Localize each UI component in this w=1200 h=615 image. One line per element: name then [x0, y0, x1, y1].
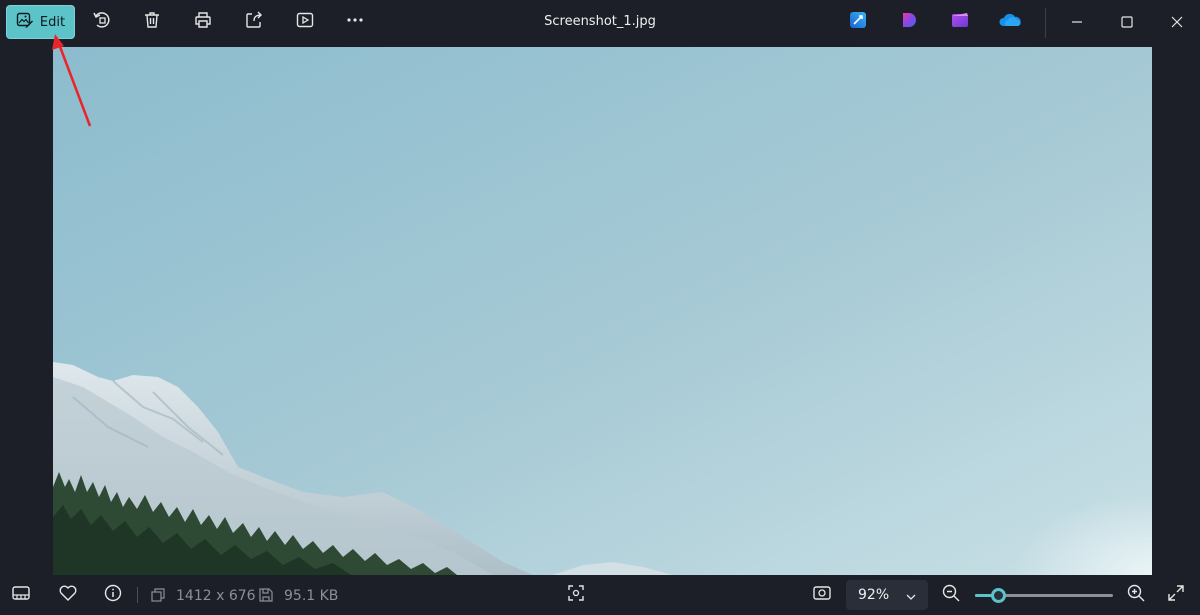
toolbar-divider	[1045, 8, 1046, 38]
info-button[interactable]	[100, 582, 126, 608]
dimensions-icon	[150, 587, 166, 607]
rotate-button[interactable]	[84, 5, 120, 39]
zoom-value: 92%	[858, 587, 890, 603]
close-button[interactable]	[1162, 8, 1192, 36]
window-title: Screenshot_1.jpg	[544, 14, 656, 29]
photo-image	[53, 47, 1152, 575]
file-size: 95.1 KB	[284, 588, 339, 604]
visual-search-icon	[566, 583, 586, 607]
edit-image-icon	[16, 11, 34, 33]
fullscreen-icon	[1167, 584, 1185, 606]
designer-app-button[interactable]	[846, 11, 870, 33]
actual-size-icon	[812, 584, 832, 606]
minimize-button[interactable]	[1062, 8, 1092, 36]
onedrive-icon	[998, 11, 1022, 33]
zoom-in-icon	[1126, 583, 1146, 607]
clipchamp-d-icon	[899, 10, 919, 34]
clipchamp-icon	[950, 10, 970, 34]
zoom-dropdown[interactable]: 92%	[846, 580, 928, 610]
delete-button[interactable]	[134, 5, 170, 39]
designer-icon	[848, 10, 868, 34]
maximize-icon	[1121, 13, 1133, 32]
print-icon	[193, 10, 213, 34]
share-button[interactable]	[236, 5, 272, 39]
photo-canvas[interactable]	[53, 47, 1152, 575]
onedrive-app-button[interactable]	[998, 11, 1022, 33]
file-size-icon	[258, 587, 274, 607]
minimize-icon	[1071, 13, 1083, 32]
delete-icon	[142, 10, 162, 34]
zoom-out-button[interactable]	[938, 582, 964, 608]
image-dimensions: 1412 x 676	[176, 588, 256, 604]
print-button[interactable]	[185, 5, 221, 39]
toolbar: Edit Screenshot_1.jpg	[0, 0, 1200, 44]
zoom-in-button[interactable]	[1123, 582, 1149, 608]
edit-label: Edit	[39, 14, 66, 30]
zoom-out-icon	[941, 583, 961, 607]
filmstrip-button[interactable]	[8, 582, 34, 608]
slideshow-button[interactable]	[287, 5, 323, 39]
edit-button[interactable]: Edit	[6, 5, 75, 39]
filmstrip-icon	[11, 584, 31, 606]
zoom-slider-thumb[interactable]	[991, 588, 1006, 603]
actual-size-button[interactable]	[809, 582, 835, 608]
close-icon	[1171, 13, 1183, 32]
fullscreen-button[interactable]	[1163, 582, 1189, 608]
clipchamp-app-button[interactable]	[948, 11, 972, 33]
more-icon	[345, 10, 365, 34]
info-icon	[103, 583, 123, 607]
chevron-down-icon	[905, 586, 917, 605]
favorite-button[interactable]	[55, 582, 81, 608]
heart-icon	[58, 584, 78, 606]
clipchamp-d-app-button[interactable]	[897, 11, 921, 33]
visual-search-button[interactable]	[563, 582, 589, 608]
slideshow-icon	[295, 10, 315, 34]
rotate-icon	[92, 10, 112, 34]
status-bar: 1412 x 676 95.1 KB 92%	[0, 575, 1200, 615]
maximize-button[interactable]	[1112, 8, 1142, 36]
share-icon	[244, 10, 264, 34]
status-separator	[137, 587, 138, 603]
zoom-slider[interactable]	[975, 588, 1113, 603]
more-button[interactable]	[337, 5, 373, 39]
